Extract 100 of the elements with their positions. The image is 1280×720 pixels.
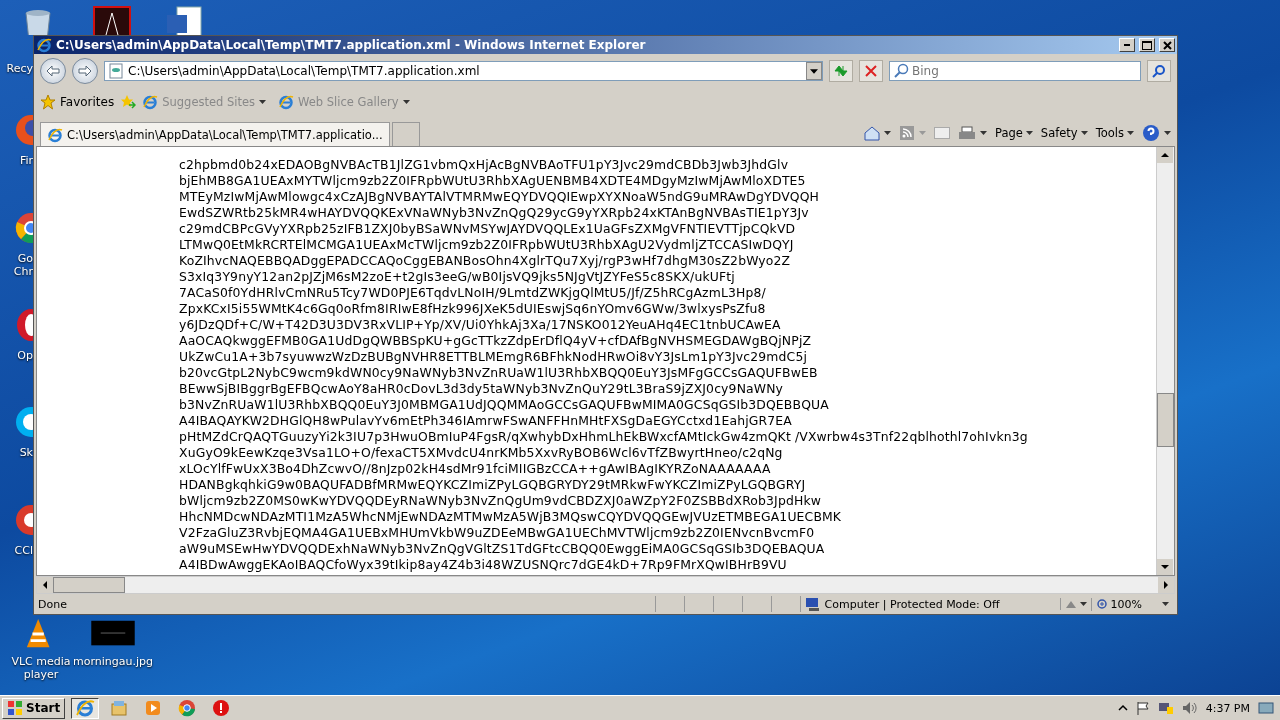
back-button[interactable] — [40, 58, 66, 84]
scrollbar-thumb[interactable] — [1157, 393, 1174, 447]
scrollbar-thumb[interactable] — [53, 577, 125, 593]
forward-arrow-icon — [78, 65, 92, 77]
computer-icon — [804, 596, 821, 612]
caret-icon — [980, 131, 987, 135]
minimize-button[interactable] — [1119, 38, 1135, 52]
caret-icon — [1127, 131, 1134, 135]
windows-logo — [7, 700, 23, 716]
refresh-icon — [833, 64, 849, 78]
code-line: AaOCAQkwggEFMB0GA1UdDgQWBBSpKU+gGcTTkzZdpErDflQ4yV+cfDAfBgNVHSMEGDAWgBQjNPjZ — [179, 333, 812, 349]
zoom-icon — [1095, 598, 1108, 610]
chevron-up-icon[interactable] — [1117, 703, 1128, 713]
folder-icon — [109, 698, 130, 718]
icon-label: CCl — [14, 544, 33, 557]
code-line: bjEhMB8GA1UEAxMYTWljcm9zb2Z0IFRpbWUtU3RhbXAgUENBMB4XDTE4MDgyMzIwMjAwMloXDTE5 — [179, 173, 806, 189]
dropdown-button[interactable] — [806, 62, 822, 80]
code-line: b3NvZnRUaW1lU3RhbXBQQ0EuY3J0MBMGA1UdJQQMMAoGCCsGAQUFBwMIMA0GCSqGSIb3DQEBBQUA — [179, 397, 829, 413]
minimize-icon — [1124, 44, 1130, 46]
code-line: 7ACaS0f0YdHRlvCmNRu5Tcy7WD0PJE6TqdvLNoIH/9LmtdZWKjgQlMtU5/Jf/Z5hRCgAzmL3Hp8/ — [179, 285, 766, 301]
caret-icon — [1079, 602, 1087, 606]
code-line: ZpxKCxI5i55WMtK4c6Gq0oRfm8IRIwE8fHzk996JXeK5dUIEswjSq6nYOmv6GWw/3wlxysPsZfu8 — [179, 301, 766, 317]
maximize-button[interactable] — [1139, 38, 1155, 52]
feeds-button[interactable] — [899, 125, 926, 141]
caret-icon — [1162, 602, 1169, 606]
printer-icon — [958, 126, 976, 140]
icon-label: Op — [17, 349, 33, 362]
icon-label: Sk — [19, 446, 33, 459]
address-bar[interactable]: C:\Users\admin\AppData\Local\Temp\TMT7.application.xml — [104, 61, 823, 81]
home-button[interactable] — [863, 125, 891, 141]
star-icon — [40, 94, 56, 110]
command-menu[interactable]: Tools — [1095, 126, 1134, 140]
code-line: bWljcm9zb2Z0MS0wKwYDVQQDEyRNaWNyb3NvZnQgUm9vdCBDZXJ0aWZpY2F0ZSBBdXRob3JpdHkw — [179, 493, 822, 509]
icon-label: VLC media player — [11, 655, 71, 681]
clock[interactable]: 4:37 PM — [1205, 701, 1250, 715]
command-menu[interactable]: Safety — [1040, 126, 1088, 140]
code-line: c2hpbmd0b24xEDAOBgNVBAcTB1JlZG1vbmQxHjAcBgNVBAoTFU1pY3Jvc29mdCBDb3Jwb3JhdGlv — [179, 157, 789, 173]
maximize-icon — [1142, 40, 1152, 50]
favorites-button[interactable]: Favorites — [40, 94, 115, 110]
caret-icon — [259, 100, 267, 104]
page-icon — [108, 63, 124, 79]
code-line: UkZwCu1A+3b7syuwwzWzDzBUBgNVHR8ETTBLMEmgR6BFhkNodHRwOi8vY3JsLm1pY3Jvc29mdC5j — [179, 349, 807, 365]
icon-label: Fir — [19, 154, 33, 167]
print-button[interactable] — [958, 126, 987, 140]
page-icon — [278, 94, 295, 110]
code-line: HDANBgkqhkiG9w0BAQUFADBfMRMwEQYKCZImiZPyLGQBGRYDY29tMRkwFwYKCZImiZPyLGQBGRYJ — [179, 477, 806, 493]
code-line: A4IBAQAYKW2DHGlQH8wPulavYv6mEtPh346IAmrwFSwANFFHnMHtFXSgDaEGYCctxd1EahjGR7EA — [179, 413, 792, 429]
page-icon — [142, 94, 159, 110]
code-line: LTMwQ0EtMkRCRTElMCMGA1UEAxMcTWljcm9zb2Z0IFRpbWUtU3RhbXAgU2VydmljZTCCASIwDQYJ — [179, 237, 794, 253]
code-line: HhcNMDcwNDAzMTI1MzA5WhcNMjEwNDAzMTMwMzA5WjB3MQswCQYDVQQGEwJVUzETMBEGA1UECBMK — [179, 509, 842, 525]
icon-label: morningau.jpg — [73, 655, 153, 668]
start-button[interactable]: Start — [2, 697, 66, 719]
help-icon — [1142, 124, 1160, 142]
back-arrow-icon — [46, 65, 60, 77]
command-menu[interactable]: Page — [995, 126, 1033, 140]
code-line: c29mdCBPcGVyYXRpb25zIFB1ZXJ0byBSaWNvMSYwJAYDVQQLEx1UaGFsZXMgVFNTIEVTTjpCQkVD — [179, 221, 796, 237]
code-line: b20vcGtpL2NybC9wcm9kdWN0cy9NaWNyb3NvZnRUaW1lU3RhbXBQQ0EuY3JsMFgGCCsGAQUFBwEB — [179, 365, 818, 381]
caret-icon — [1164, 131, 1171, 135]
code-line: XuGyO9kEewKzqe3Vsa1LO+O/fexaCT5XMvdcU4nrKMb5XxvRyBOB6Wcl6vTfZBwyrtHneo/c2qNg — [179, 445, 783, 461]
caret-icon — [402, 100, 410, 104]
caret-icon — [1080, 131, 1088, 135]
close-icon — [865, 65, 877, 77]
zoom-button[interactable]: 100% — [1090, 597, 1173, 611]
forward-button[interactable] — [72, 58, 98, 84]
search-icon — [1152, 64, 1166, 78]
search-button[interactable] — [1147, 60, 1171, 82]
speaker-icon[interactable] — [1181, 701, 1198, 715]
status-text: Done — [38, 597, 68, 611]
caret-icon — [1025, 131, 1033, 135]
icon-label: Go Chr — [13, 252, 33, 278]
search-box[interactable]: Bing — [889, 61, 1141, 81]
browser-tab[interactable]: C:\Users\admin\AppData\Local\Temp\TMT7.applicatio... — [40, 122, 390, 146]
stop-button[interactable] — [859, 60, 883, 82]
search-field[interactable]: Bing — [912, 63, 1137, 79]
document-icon[interactable] — [92, 5, 132, 35]
code-line: aW9uMSEwHwYDVQQDExhNaWNyb3NvZnQgVGltZS1TdGFtcCBQQ0EwggEiMA0GCSqGSIb3DQEBAQUA — [179, 541, 825, 557]
address-field[interactable]: C:\Users\admin\AppData\Local\Temp\TMT7.application.xml — [128, 63, 802, 79]
network-icon[interactable] — [1157, 701, 1174, 715]
code-line: xLOcYlfFwUxX3Bo4DhZcwvO//8nJzp02kH4sdMr91fciMIIGBzCCA++gAwIBAgIKYRZoNAAAAAAA — [179, 461, 771, 477]
refresh-button[interactable] — [829, 60, 853, 82]
security-zone: Computer | Protected Mode: Off — [824, 597, 1000, 611]
ie-icon — [36, 37, 52, 53]
close-button[interactable] — [1159, 38, 1175, 52]
flag-icon[interactable] — [1135, 701, 1150, 715]
caret-icon — [919, 131, 926, 135]
show-desktop-icon[interactable] — [1258, 701, 1274, 715]
code-line: y6JDzQDf+C/W+T42D3U3DV3RxVLIP+Yp/XV/Ui0YhkAj3Xa/17NSKO012YeuAHq4EC1tnbUCAwEA — [179, 317, 781, 333]
code-line: A4IBDwAwggEKAoIBAQCfoWyx39tIkip8ay4Z4b3i48WZUSNQrc7dGE4kD+7Rp9FMrXQwIBHrB9VU — [179, 557, 787, 573]
page-icon — [47, 126, 63, 143]
code-line: KoZIhvcNAQEBBQADggEPADCCAQoCggEBANBosOhn4XglrTQu7Xyj/rgP3wHf7dhgM30sZ2bWyo2Z — [179, 253, 791, 269]
icon-label: Recy — [5, 62, 33, 75]
code-line: pHtMZdCrQAQTGuuzyYi2k3IU7p3HwuOBmIuP4FgsR/qXwhybDxHhmLhEkBWxcfAMtIckGw4zmQKt /VXwrbw4s3Tnf22qblhothl7ohIvkn3g — [179, 429, 1028, 445]
taskbar-button[interactable] — [71, 697, 100, 719]
caret-icon — [884, 131, 891, 135]
help-button[interactable] — [1142, 124, 1171, 142]
code-line: BEwwSjBIBggrBgEFBQcwAoY8aHR0cDovL3d3dy5taWNyb3NvZnQuY29tL3BraS9jZXJ0cy9NaWNy — [179, 381, 784, 397]
home-icon — [863, 125, 880, 141]
code-line: S3xIq3Y9nyY12an2pJZjM6sM2zoE+t2gIs3eeG/wB0IjsVQ9jks5NJgVtJZYFeS5c8SKX/ukUFtj — [179, 269, 735, 285]
feed-icon — [899, 125, 915, 141]
window-title: C:\Users\admin\AppData\Local\Temp\TMT7.application.xml - Windows Internet Explorer — [56, 38, 647, 52]
